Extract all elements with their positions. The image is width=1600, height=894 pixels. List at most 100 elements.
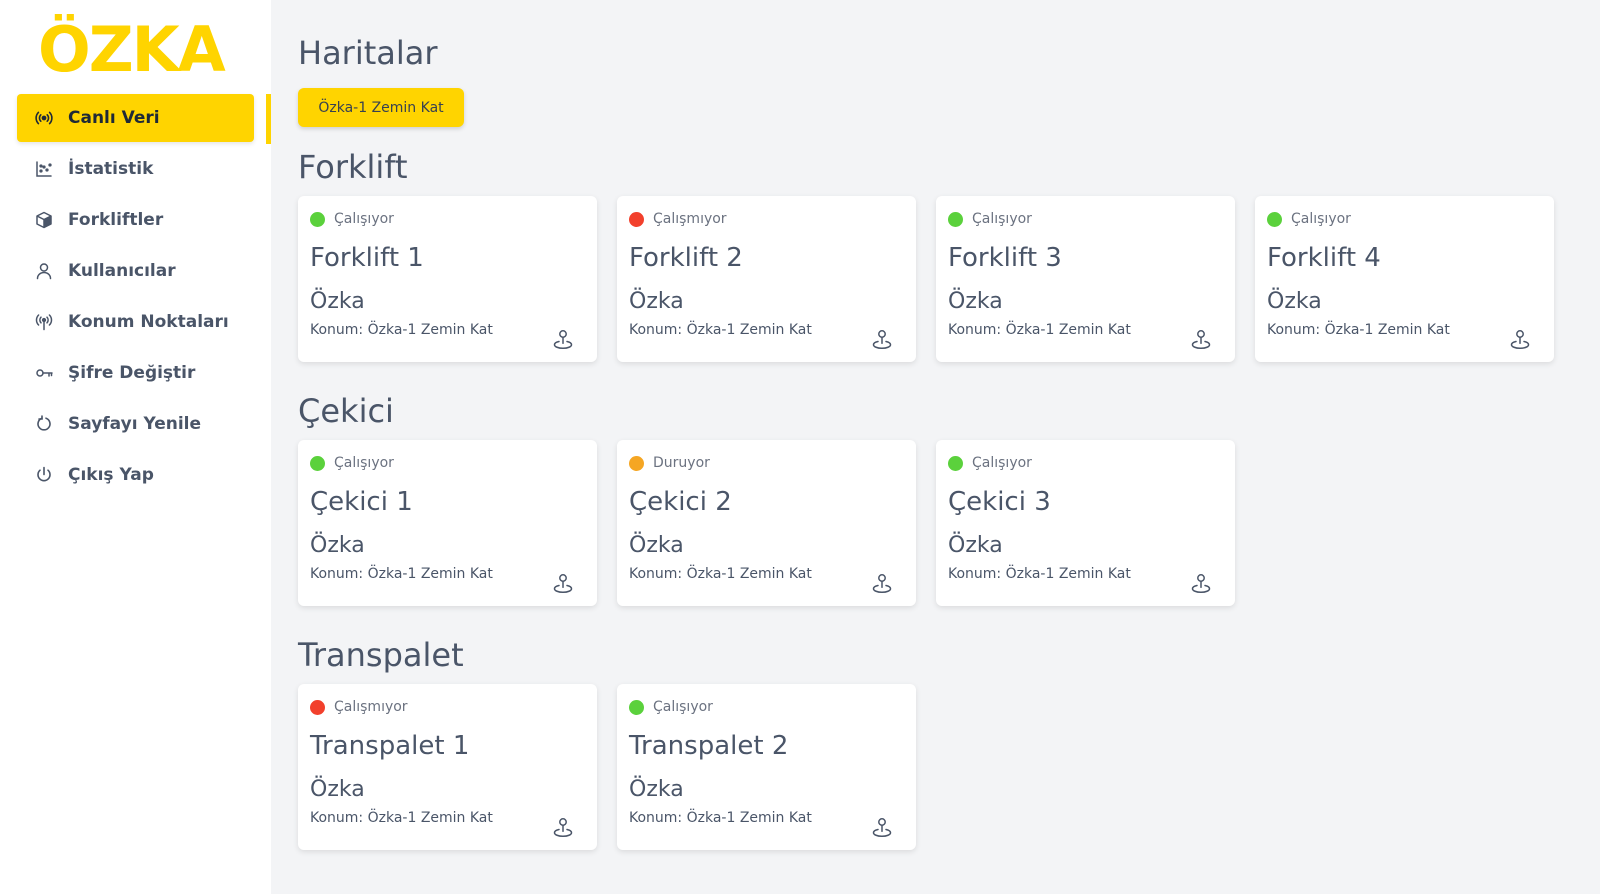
map-floor-button[interactable]: Özka-1 Zemin Kat: [298, 88, 464, 127]
user-icon: [35, 262, 53, 280]
sidebar-item-cikis-yap[interactable]: Çıkış Yap: [17, 451, 254, 499]
vehicle-name: Forklift 1: [310, 243, 424, 273]
location-pin-icon[interactable]: [1191, 328, 1211, 350]
chart-icon: [35, 160, 53, 178]
location-text: Konum: Özka-1 Zemin Kat: [948, 566, 1131, 582]
antenna-icon: [35, 313, 53, 331]
vehicle-card[interactable]: Çalışıyor Transpalet 2 Özka Konum: Özka-…: [617, 684, 916, 850]
logo-graphic: ÖZKA: [38, 14, 228, 78]
company-name: Özka: [1267, 289, 1322, 314]
section-title-forklift: Forklift: [298, 148, 408, 186]
vehicle-card[interactable]: Duruyor Çekici 2 Özka Konum: Özka-1 Zemi…: [617, 440, 916, 606]
section-title-transpalet: Transpalet: [298, 636, 464, 674]
status-text: Çalışmıyor: [334, 699, 408, 715]
sidebar-item-istatistik[interactable]: İstatistik: [17, 145, 254, 193]
location-pin-icon[interactable]: [1510, 328, 1530, 350]
sidebar-nav: Canlı Veri İstatistik Forkliftler Kullan…: [17, 94, 254, 502]
sidebar-item-label: Canlı Veri: [68, 108, 160, 128]
sidebar-item-label: Konum Noktaları: [68, 312, 229, 332]
page-title: Haritalar: [298, 34, 438, 72]
box-icon: [35, 211, 53, 229]
vehicle-name: Forklift 4: [1267, 243, 1381, 273]
vehicle-name: Forklift 3: [948, 243, 1062, 273]
key-icon: [35, 364, 53, 382]
power-icon: [35, 466, 53, 484]
status-row: Çalışmıyor: [629, 210, 904, 228]
vehicle-name: Transpalet 1: [310, 731, 470, 761]
location-text: Konum: Özka-1 Zemin Kat: [629, 322, 812, 338]
company-name: Özka: [310, 777, 365, 802]
vehicle-name: Forklift 2: [629, 243, 743, 273]
status-text: Çalışıyor: [334, 455, 394, 471]
location-pin-icon[interactable]: [553, 328, 573, 350]
status-dot: [948, 211, 963, 227]
status-dot: [948, 455, 963, 471]
status-text: Çalışmıyor: [653, 211, 727, 227]
location-pin-icon[interactable]: [872, 328, 892, 350]
vehicle-name: Çekici 3: [948, 487, 1051, 517]
location-pin-icon[interactable]: [872, 572, 892, 594]
status-row: Çalışıyor: [310, 454, 585, 472]
location-pin-icon[interactable]: [872, 816, 892, 838]
sidebar-item-label: Forkliftler: [68, 210, 164, 230]
status-text: Çalışıyor: [972, 455, 1032, 471]
status-dot: [629, 211, 644, 227]
live-broadcast-icon: [35, 109, 53, 127]
status-text: Duruyor: [653, 455, 710, 471]
company-name: Özka: [629, 777, 684, 802]
vehicle-name: Transpalet 2: [629, 731, 789, 761]
sidebar-item-sayfayi-yenile[interactable]: Sayfayı Yenile: [17, 400, 254, 448]
location-pin-icon[interactable]: [553, 572, 573, 594]
sidebar-item-forkliftler[interactable]: Forkliftler: [17, 196, 254, 244]
status-dot: [310, 699, 325, 715]
vehicle-card[interactable]: Çalışmıyor Forklift 2 Özka Konum: Özka-1…: [617, 196, 916, 362]
location-text: Konum: Özka-1 Zemin Kat: [629, 566, 812, 582]
sidebar-item-kullanicilar[interactable]: Kullanıcılar: [17, 247, 254, 295]
vehicle-card[interactable]: Çalışıyor Forklift 4 Özka Konum: Özka-1 …: [1255, 196, 1554, 362]
location-text: Konum: Özka-1 Zemin Kat: [310, 810, 493, 826]
company-name: Özka: [310, 533, 365, 558]
location-text: Konum: Özka-1 Zemin Kat: [1267, 322, 1450, 338]
status-row: Çalışmıyor: [310, 698, 585, 716]
svg-text:ÖZKA: ÖZKA: [38, 14, 226, 78]
sidebar-item-label: İstatistik: [68, 159, 154, 179]
status-text: Çalışıyor: [334, 211, 394, 227]
vehicle-card[interactable]: Çalışıyor Çekici 1 Özka Konum: Özka-1 Ze…: [298, 440, 597, 606]
refresh-icon: [35, 415, 53, 433]
status-row: Çalışıyor: [948, 454, 1223, 472]
location-text: Konum: Özka-1 Zemin Kat: [310, 322, 493, 338]
sidebar-item-konum-noktalari[interactable]: Konum Noktaları: [17, 298, 254, 346]
company-name: Özka: [629, 533, 684, 558]
location-text: Konum: Özka-1 Zemin Kat: [948, 322, 1131, 338]
sidebar-item-canli-veri[interactable]: Canlı Veri: [17, 94, 254, 142]
status-dot: [310, 455, 325, 471]
main-content: Haritalar Özka-1 Zemin Kat Forklift Çalı…: [298, 0, 1588, 894]
active-nav-marker: [266, 94, 271, 144]
status-text: Çalışıyor: [972, 211, 1032, 227]
status-dot: [629, 455, 644, 471]
company-name: Özka: [948, 289, 1003, 314]
sidebar-item-sifre-degistir[interactable]: Şifre Değiştir: [17, 349, 254, 397]
location-pin-icon[interactable]: [553, 816, 573, 838]
status-dot: [1267, 211, 1282, 227]
company-name: Özka: [310, 289, 365, 314]
vehicle-card[interactable]: Çalışıyor Çekici 3 Özka Konum: Özka-1 Ze…: [936, 440, 1235, 606]
status-row: Çalışıyor: [1267, 210, 1542, 228]
status-row: Duruyor: [629, 454, 904, 472]
location-text: Konum: Özka-1 Zemin Kat: [629, 810, 812, 826]
sidebar-item-label: Kullanıcılar: [68, 261, 176, 281]
sidebar-item-label: Çıkış Yap: [68, 465, 154, 485]
vehicle-name: Çekici 1: [310, 487, 413, 517]
vehicle-name: Çekici 2: [629, 487, 732, 517]
status-dot: [310, 211, 325, 227]
vehicle-card[interactable]: Çalışıyor Forklift 1 Özka Konum: Özka-1 …: [298, 196, 597, 362]
sidebar-item-label: Şifre Değiştir: [68, 363, 196, 383]
status-row: Çalışıyor: [310, 210, 585, 228]
status-dot: [629, 699, 644, 715]
location-pin-icon[interactable]: [1191, 572, 1211, 594]
ozka-logo[interactable]: ÖZKA: [38, 14, 238, 78]
status-row: Çalışıyor: [629, 698, 904, 716]
vehicle-card[interactable]: Çalışıyor Forklift 3 Özka Konum: Özka-1 …: [936, 196, 1235, 362]
vehicle-card[interactable]: Çalışmıyor Transpalet 1 Özka Konum: Özka…: [298, 684, 597, 850]
company-name: Özka: [629, 289, 684, 314]
